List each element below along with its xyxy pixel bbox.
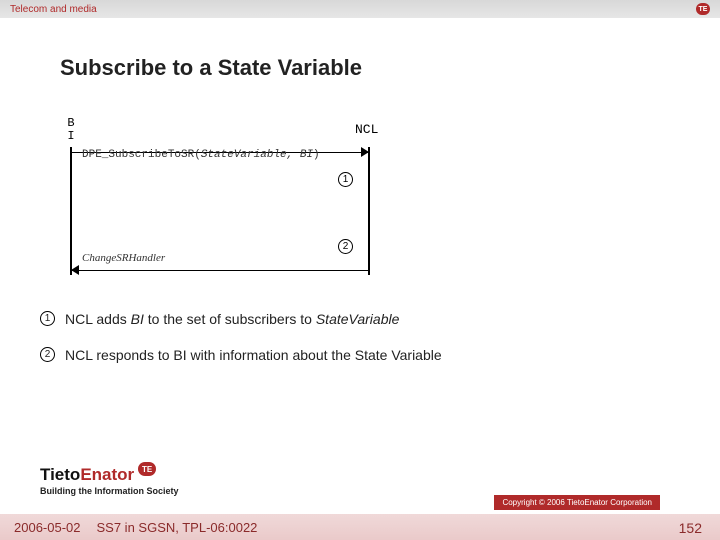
logo-tagline: Building the Information Society [40, 486, 179, 496]
lifeline-ncl [368, 147, 370, 275]
lifeline-bi [70, 147, 72, 275]
company-logo: TietoEnator TE Building the Information … [40, 465, 179, 496]
sequence-diagram: BI NCL DPE_SubscribeToSR(StateVariable, … [60, 115, 420, 285]
note-2: 2 NCL responds to BI with information ab… [40, 346, 442, 364]
logo-wordmark: TietoEnator TE [40, 465, 156, 485]
note-1-text: NCL adds BI to the set of subscribers to… [65, 310, 399, 328]
note-1: 1 NCL adds BI to the set of subscribers … [40, 310, 442, 328]
footer-bar: 2006-05-02 SS7 in SGSN, TPL-06:0022 [0, 514, 720, 540]
diagram-callout-2: 2 [338, 239, 353, 254]
header-bar: Telecom and media TE [0, 0, 720, 18]
note-2-text: NCL responds to BI with information abou… [65, 346, 442, 364]
footer-doc-title: SS7 in SGSN, TPL-06:0022 [97, 520, 707, 535]
notes-list: 1 NCL adds BI to the set of subscribers … [40, 310, 442, 382]
note-2-number: 2 [40, 347, 55, 362]
header-badge: TE [696, 3, 710, 15]
footer-date: 2006-05-02 [14, 520, 81, 535]
diagram-callout-1: 1 [338, 172, 353, 187]
message-arrow-response [72, 263, 368, 277]
message-label-subscribe: DPE_SubscribeToSR(StateVariable, BI) [82, 149, 320, 161]
copyright-text: Copyright © 2006 TietoEnator Corporation [494, 495, 660, 510]
note-1-number: 1 [40, 311, 55, 326]
message-label-response: ChangeSRHandler [82, 252, 165, 264]
actor-ncl-label: NCL [355, 122, 378, 137]
actor-bi-label: BI [66, 117, 76, 143]
page-title: Subscribe to a State Variable [60, 55, 362, 81]
logo-badge-icon: TE [138, 462, 156, 476]
header-category: Telecom and media [10, 4, 97, 15]
page-number: 152 [679, 520, 702, 536]
